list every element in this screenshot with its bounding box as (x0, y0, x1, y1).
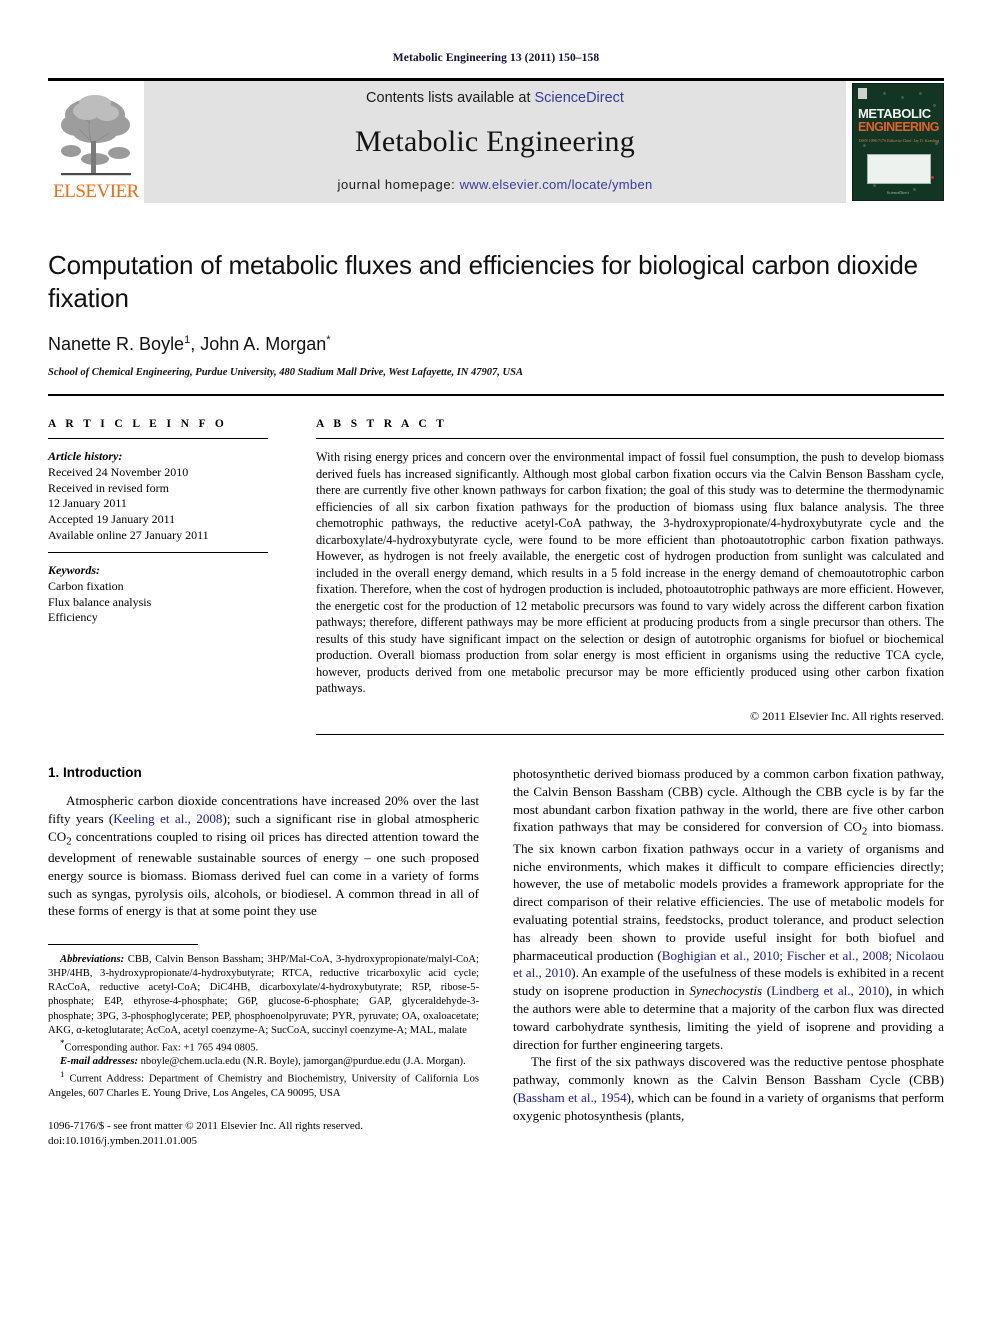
elsevier-tree-icon (57, 89, 135, 181)
title-block: Computation of metabolic fluxes and effi… (48, 249, 944, 378)
keywords-block: Keywords: Carbon fixation Flux balance a… (48, 563, 268, 626)
footnote-rule (48, 944, 198, 946)
article-info-column: A R T I C L E I N F O Article history: R… (48, 418, 298, 735)
journal-title: Metabolic Engineering (355, 124, 635, 158)
current-address-text: Current Address: Department of Chemistry… (48, 1073, 479, 1099)
author-first: Nanette R. Boyle (48, 334, 185, 354)
keyword-item: Efficiency (48, 610, 98, 625)
footnote-area: Abbreviations: CBB, Calvin Benson Bassha… (48, 936, 479, 1150)
citation-lindberg[interactable]: Lindberg et al., 2010 (771, 983, 885, 998)
journal-masthead: ELSEVIER Contents lists available at Sci… (48, 78, 944, 203)
article-history-label: Article history: (48, 449, 123, 463)
article-history-item: Available online 27 January 2011 (48, 528, 209, 543)
article-page: Metabolic Engineering 13 (2011) 150–158 (0, 0, 992, 1323)
intro-paragraph-left: Atmospheric carbon dioxide concentration… (48, 792, 479, 920)
contents-lists-line: Contents lists available at ScienceDirec… (366, 90, 624, 106)
citation-keeling[interactable]: Keeling et al., 2008 (113, 811, 222, 826)
abbreviations-footnote: Abbreviations: CBB, Calvin Benson Bassha… (48, 953, 479, 1037)
cover-title-line2: ENGINEERING (858, 120, 940, 134)
elsevier-wordmark: ELSEVIER (53, 181, 139, 202)
email-footnote: E-mail addresses: nboyle@chem.ucla.edu (… (48, 1055, 479, 1069)
intro-paragraph-right-2: The first of the six pathways discovered… (513, 1053, 944, 1124)
journal-homepage-line: journal homepage: www.elsevier.com/locat… (337, 177, 652, 192)
imprint-block: 1096-7176/$ - see front matter © 2011 El… (48, 1119, 479, 1150)
elsevier-logo: ELSEVIER (48, 81, 144, 203)
author-list: Nanette R. Boyle1, John A. Morgan* (48, 334, 944, 355)
article-title: Computation of metabolic fluxes and effi… (48, 250, 918, 313)
cover-footer: ScienceDirect (886, 190, 910, 195)
cover-figure (867, 154, 931, 184)
abstract-bottom-rule (316, 733, 944, 735)
homepage-label: journal homepage: (337, 177, 456, 192)
intro-left-text-c: concentrations coupled to rising oil pri… (48, 828, 479, 919)
abstract-text: With rising energy prices and concern ov… (316, 450, 944, 696)
journal-cover-thumbnail[interactable]: METABOLIC ENGINEERING ISSN 1096-7176 Edi… (852, 83, 944, 201)
intro-right-text-d: ( (762, 983, 772, 999)
email-text[interactable]: nboyle@chem.ucla.edu (N.R. Boyle), jamor… (138, 1056, 466, 1067)
running-head: Metabolic Engineering 13 (2011) 150–158 (392, 52, 600, 64)
journal-banner: Contents lists available at ScienceDirec… (144, 81, 846, 203)
keywords-label: Keywords: (48, 562, 100, 577)
body-columns: 1. Introduction Atmospheric carbon dioxi… (48, 765, 944, 1150)
abstract-rule (316, 438, 944, 439)
article-history-item: Accepted 19 January 2011 (48, 512, 176, 527)
abstract-column: A B S T R A C T With rising energy price… (298, 418, 944, 735)
article-info-heading: A R T I C L E I N F O (48, 418, 228, 430)
keyword-item: Flux balance analysis (48, 594, 152, 609)
contents-lists-prefix: Contents lists available at (366, 90, 531, 106)
sciencedirect-link[interactable]: ScienceDirect (535, 90, 624, 106)
abbreviations-label: Abbreviations: (60, 954, 125, 966)
keywords-rule (48, 551, 268, 553)
article-history-block: Article history: Received 24 November 20… (48, 449, 268, 544)
right-column: photosynthetic derived biomass produced … (513, 765, 944, 1150)
corresponding-author-marker[interactable]: * (326, 334, 330, 346)
title-rule (48, 394, 944, 396)
info-abstract-row: A R T I C L E I N F O Article history: R… (48, 418, 944, 735)
abstract-heading: A B S T R A C T (316, 418, 448, 430)
abbreviations-text: CBB, Calvin Benson Bassham; 3HP/Mal-CoA,… (48, 954, 479, 1036)
citation-bassham[interactable]: Bassham et al., 1954 (517, 1090, 626, 1105)
imprint-line-1: 1096-7176/$ - see front matter © 2011 El… (48, 1120, 363, 1133)
cover-subtitle: ISSN 1096-7176 Editor-in-Chief: Jay D. K… (859, 138, 940, 143)
intro-paragraph-right-1: photosynthetic derived biomass produced … (513, 765, 944, 1053)
email-label: E-mail addresses: (60, 1056, 138, 1068)
affiliation: School of Chemical Engineering, Purdue U… (48, 367, 523, 378)
current-address-footnote: 1 Current Address: Department of Chemist… (48, 1069, 479, 1101)
left-column: 1. Introduction Atmospheric carbon dioxi… (48, 765, 479, 1150)
article-info-rule (48, 438, 268, 439)
cover-title-line1: METABOLIC (858, 106, 931, 121)
keyword-item: Carbon fixation (48, 578, 124, 593)
corresponding-author-footnote: *Corresponding author. Fax: +1 765 494 0… (48, 1038, 479, 1056)
homepage-url-link[interactable]: www.elsevier.com/locate/ymben (460, 177, 653, 192)
corresponding-author-text: Corresponding author. Fax: +1 765 494 08… (64, 1042, 259, 1054)
organism-name-synechocystis: Synechocystis (689, 983, 763, 999)
article-history-item: Received in revised form (48, 480, 169, 495)
author-second: , John A. Morgan (190, 334, 327, 354)
abstract-copyright: © 2011 Elsevier Inc. All rights reserved… (750, 708, 944, 723)
cover-elsevier-mark (858, 88, 867, 99)
article-history-item: 12 January 2011 (48, 496, 127, 511)
intro-right-text-b: into biomass. The six known carbon fixat… (513, 819, 944, 963)
imprint-line-2[interactable]: doi:10.1016/j.ymben.2011.01.005 (48, 1134, 479, 1149)
article-history-item: Received 24 November 2010 (48, 464, 189, 479)
introduction-heading: 1. Introduction (48, 764, 142, 780)
